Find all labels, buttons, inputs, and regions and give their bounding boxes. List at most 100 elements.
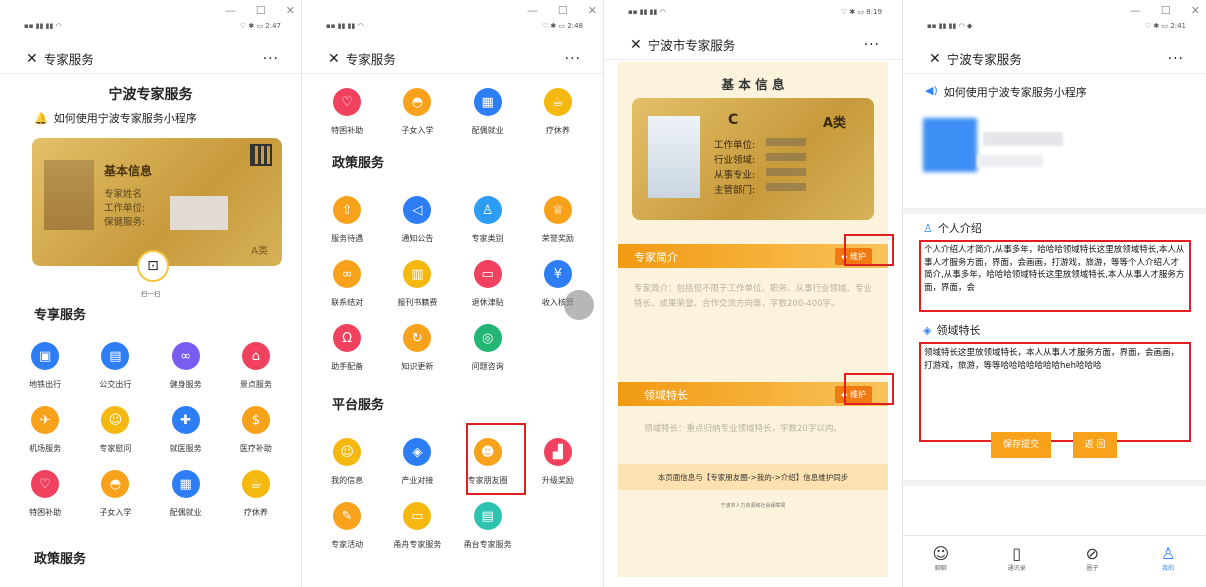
panel-services: — ☐ ✕ ▪▪ ▮▮ ▮▮ ◠ ♡ ✱ ▭ 2:48 ✕ 专家服务 ··· ♡ 特困补助 ◓…: [302, 0, 604, 587]
close-icon[interactable]: ✕: [328, 51, 340, 67]
grid-item-edit[interactable]: ✎ 专家活动: [312, 502, 382, 550]
grid-item-label: 助手配备: [331, 362, 364, 371]
scan-icon: ⊡: [147, 258, 159, 274]
grid-item-stairs[interactable]: ▟ 升级奖励: [523, 438, 593, 486]
graduation-icon: ◓: [403, 88, 432, 116]
grid-item-doc[interactable]: ▤ 甬台专家服务: [453, 502, 523, 550]
grid-item-person[interactable]: ☺ 我的信息: [312, 438, 382, 486]
grid-item-temple[interactable]: ⌂ 景点服务: [221, 342, 291, 390]
plane-icon: ✈: [31, 406, 60, 434]
member-card[interactable]: 基本信息 专家姓名 工作单位: 保健服务: A类: [32, 138, 282, 266]
grid-item-bike[interactable]: ∞ 健身服务: [151, 342, 221, 390]
minimize-icon[interactable]: —: [1130, 4, 1141, 17]
user-icon: ♙: [473, 196, 502, 224]
handshake-icon: ◈: [403, 438, 432, 466]
grid-item-label: 联系结对: [331, 298, 364, 307]
more-icon[interactable]: ···: [565, 51, 581, 67]
speaker-icon: ◁: [403, 196, 432, 224]
tab-label: 圈子: [1086, 565, 1099, 572]
grid-item-signpost[interactable]: ⇧ 服务待遇: [312, 196, 382, 244]
close-window-icon[interactable]: ✕: [588, 4, 597, 17]
grid-item-id-card[interactable]: ▦ 配偶就业: [453, 88, 523, 136]
more-icon[interactable]: ···: [864, 37, 880, 53]
doc-icon: ▤: [473, 502, 502, 530]
grid-item-plane[interactable]: ✈ 机场服务: [10, 406, 80, 454]
info-header: 基 本 信 息: [721, 77, 785, 92]
window-controls[interactable]: — ☐ ✕: [1130, 4, 1200, 17]
grid-item-cup[interactable]: ☕ 疗休养: [523, 88, 593, 136]
more-icon[interactable]: ···: [263, 51, 279, 67]
maximize-icon[interactable]: ☐: [256, 4, 266, 17]
grid-item-chat[interactable]: ◎ 问题咨询: [453, 324, 523, 372]
signpost-icon: ⇧: [333, 196, 362, 224]
grid-item-screen[interactable]: ▭ 甬舟专家服务: [382, 502, 452, 550]
grid-item-label: 疗休养: [545, 126, 570, 135]
link-icon: ∞: [333, 260, 362, 288]
grid-item-id-card[interactable]: ▦ 配偶就业: [151, 470, 221, 518]
grid-item-graduation[interactable]: ◓ 子女入学: [80, 470, 150, 518]
close-window-icon[interactable]: ✕: [286, 4, 295, 17]
save-button[interactable]: 保存提交: [991, 432, 1051, 458]
grid-item-handshake[interactable]: ◈ 产业对接: [382, 438, 452, 486]
close-icon[interactable]: ✕: [26, 51, 38, 67]
back-button[interactable]: 返 回: [1073, 432, 1117, 458]
maximize-icon[interactable]: ☐: [558, 4, 568, 17]
close-icon[interactable]: ✕: [630, 37, 642, 53]
scan-button[interactable]: ⊡: [137, 250, 169, 282]
grid-item-label: 退休津贴: [471, 298, 504, 307]
grid-item-subway[interactable]: ▣ 地铁出行: [10, 342, 80, 390]
grid-item-speaker[interactable]: ◁ 通知公告: [382, 196, 452, 244]
intro-textarea[interactable]: 个人介绍人才简介,从事多年，哈哈哈领域特长这里放领域特长,本人从事人才服务方面，…: [919, 240, 1191, 312]
hospital-icon: ✚: [171, 406, 200, 434]
maximize-icon[interactable]: ☐: [1161, 4, 1171, 17]
tab-0[interactable]: ☺ 聊聊: [903, 536, 979, 587]
me-icon: ♙: [1160, 544, 1176, 563]
grid-item-money-bag[interactable]: $ 医疗补助: [221, 406, 291, 454]
grid-item-wallet[interactable]: ▭ 退休津贴: [453, 260, 523, 308]
grid-item-link[interactable]: ∞ 联系结对: [312, 260, 382, 308]
qr-code-icon[interactable]: [250, 144, 272, 166]
minimize-icon[interactable]: —: [225, 4, 236, 17]
grid-item-label: 问题咨询: [471, 362, 504, 371]
tab-label: 我的: [1162, 565, 1175, 572]
grid-item-hospital[interactable]: ✚ 就医服务: [151, 406, 221, 454]
grid-item-label: 公交出行: [99, 380, 132, 389]
grid-item-label: 专家活动: [331, 540, 364, 549]
tab-2[interactable]: ⊘ 圈子: [1055, 536, 1131, 587]
grid-item-bus[interactable]: ▤ 公交出行: [80, 342, 150, 390]
grid-item-refresh[interactable]: ↻ 知识更新: [382, 324, 452, 372]
grid-item-label: 景点服务: [239, 380, 272, 389]
close-window-icon[interactable]: ✕: [1191, 4, 1200, 17]
avatar: [44, 160, 94, 230]
grid-item-label: 甬台专家服务: [463, 540, 512, 549]
grid-item-cup[interactable]: ☕ 疗休养: [221, 470, 291, 518]
grid-item-book[interactable]: ▥ 报刊书籍费: [382, 260, 452, 308]
grid-item-graduation[interactable]: ◓ 子女入学: [382, 88, 452, 136]
how-to-link[interactable]: 🔔 如何使用宁波专家服务小程序: [34, 110, 197, 126]
more-icon[interactable]: ···: [1168, 51, 1184, 67]
contacts-icon: ▯: [1012, 544, 1022, 563]
field-textarea[interactable]: 领域特长这里放领域特长，本人从事人才服务方面，界面，会画画，打游戏，旅游，等等哈…: [919, 342, 1191, 442]
grid-item-headset[interactable]: Ω 助手配备: [312, 324, 382, 372]
minimize-icon[interactable]: —: [527, 4, 538, 17]
grid-item-trophy[interactable]: ♕ 荣誉奖励: [523, 196, 593, 244]
grid-item-user[interactable]: ♙ 专家类别: [453, 196, 523, 244]
bus-icon: ▤: [101, 342, 130, 370]
tab-1[interactable]: ▯ 通讯录: [979, 536, 1055, 587]
expert-fields: 工作单位: 行业领域: 从事专业: 主管部门:: [714, 140, 756, 196]
page-title: 专家服务: [43, 52, 94, 67]
floating-scroll-button[interactable]: [564, 290, 594, 320]
grid-item-label: 子女入学: [401, 126, 434, 135]
id-card-icon: ▦: [171, 470, 200, 498]
grid-item-heart[interactable]: ♡ 特困补助: [312, 88, 382, 136]
tab-3[interactable]: ♙ 我的: [1130, 536, 1206, 587]
grid-item-people[interactable]: ☺ 专家慰问: [80, 406, 150, 454]
speaker-icon: ◀): [925, 84, 938, 97]
close-icon[interactable]: ✕: [929, 51, 941, 67]
subway-icon: ▣: [31, 342, 60, 370]
how-to-link[interactable]: ◀) 如何使用宁波专家服务小程序: [925, 84, 1087, 100]
grid-item-heart[interactable]: ♡ 特困补助: [10, 470, 80, 518]
window-controls[interactable]: — ☐ ✕: [527, 4, 597, 17]
window-controls[interactable]: — ☐ ✕: [225, 4, 295, 17]
nav-bar: ✕ 专家服务 ···: [0, 44, 301, 74]
